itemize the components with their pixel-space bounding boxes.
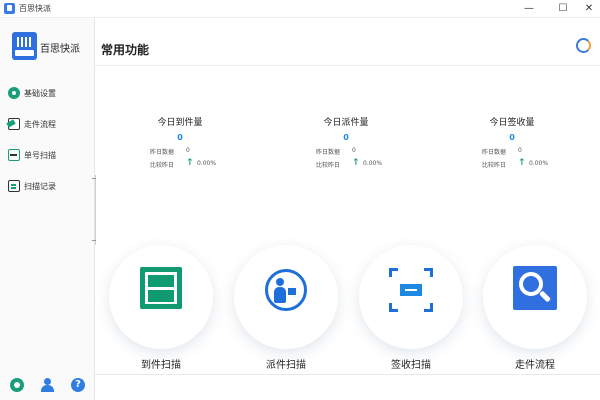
sidebar-item-scan[interactable]: 单号扫描	[0, 142, 95, 168]
logo-text: 百思快派	[40, 44, 80, 55]
up-arrow-icon: ↑	[518, 158, 526, 168]
sidebar-item-basic-settings[interactable]: 基础设置	[0, 80, 95, 106]
sidebar-item-label: 走件流程	[24, 120, 56, 129]
scan-icon	[8, 149, 20, 161]
app-icon	[4, 3, 15, 14]
stat-title: 今日签收量	[489, 118, 535, 128]
yesterday-value: 0	[518, 147, 522, 154]
help-icon[interactable]: ?	[71, 378, 85, 392]
up-arrow-icon: ↑	[186, 158, 194, 168]
compare-value: 0.00%	[197, 160, 217, 167]
sidebar-item-label: 扫描记录	[24, 182, 56, 191]
record-icon	[8, 180, 20, 192]
user-icon[interactable]	[40, 378, 54, 392]
close-button[interactable]: ✕	[572, 0, 600, 18]
resize-divider[interactable]	[95, 175, 96, 245]
function-label[interactable]: 签收扫描	[359, 356, 463, 371]
sidebar-footer: ?	[0, 376, 95, 396]
sidebar-item-label: 单号扫描	[24, 151, 56, 160]
compare-label: 比较昨日	[316, 162, 341, 169]
header-divider	[95, 65, 600, 66]
up-arrow-icon: ↑	[352, 158, 360, 168]
compare-label: 比较昨日	[482, 162, 507, 169]
sidebar: 百思快派 基础设置 走件流程 单号扫描 扫描记录 ?	[0, 18, 95, 400]
function-circle[interactable]	[483, 245, 587, 349]
sidebar-item-label: 基础设置	[24, 89, 56, 98]
stat-title: 今日派件量	[323, 118, 369, 128]
compare-value: 0.00%	[363, 160, 383, 167]
function-circle[interactable]	[359, 245, 463, 349]
compare-value: 0.00%	[529, 160, 549, 167]
refresh-icon[interactable]	[576, 38, 591, 53]
bottom-divider	[95, 374, 600, 375]
logo: 百思快派	[12, 32, 87, 62]
window-title: 百思快派	[19, 4, 51, 13]
gear-icon	[8, 87, 20, 99]
function-label[interactable]: 派件扫描	[234, 356, 338, 371]
flow-search-icon	[513, 266, 557, 310]
sign-scan-icon	[389, 268, 433, 312]
yesterday-label: 昨日数据	[482, 149, 507, 156]
flow-icon	[8, 118, 20, 130]
function-circle[interactable]	[109, 245, 213, 349]
yesterday-label: 昨日数据	[150, 149, 175, 156]
sidebar-item-flow[interactable]: 走件流程	[0, 111, 95, 137]
stat-value: 0	[343, 133, 349, 142]
stat-value: 0	[509, 133, 515, 142]
compare-label: 比较昨日	[150, 162, 175, 169]
sign-scan-button[interactable]: 签收扫描	[359, 245, 463, 380]
sidebar-item-records[interactable]: 扫描记录	[0, 173, 95, 199]
settings-gear-icon[interactable]	[10, 378, 24, 392]
function-label[interactable]: 到件扫描	[109, 356, 213, 371]
page-title: 常用功能	[101, 43, 150, 57]
yesterday-value: 0	[186, 147, 190, 154]
function-circle[interactable]	[234, 245, 338, 349]
resize-tick	[92, 240, 96, 241]
arrival-scan-icon	[140, 267, 182, 309]
logo-mark-icon	[12, 32, 37, 60]
stat-value: 0	[177, 133, 183, 142]
arrival-scan-button[interactable]: 到件扫描	[109, 245, 213, 380]
function-label[interactable]: 走件流程	[483, 356, 587, 371]
stat-dispatch: 今日派件量 0 昨日数据 0 比较昨日 ↑ 0.00%	[276, 115, 426, 175]
yesterday-value: 0	[352, 147, 356, 154]
yesterday-label: 昨日数据	[316, 149, 341, 156]
resize-tick	[92, 178, 96, 179]
flow-search-button[interactable]: 走件流程	[483, 245, 587, 380]
dispatch-scan-icon	[265, 269, 307, 311]
stat-title: 今日到件量	[157, 118, 203, 128]
minimize-button[interactable]: —	[512, 0, 546, 18]
stat-signed: 今日签收量 0 昨日数据 0 比较昨日 ↑ 0.00%	[442, 115, 592, 175]
stat-arrival: 今日到件量 0 昨日数据 0 比较昨日 ↑ 0.00%	[110, 115, 260, 175]
title-bar: 百思快派 — ☐ ✕	[0, 0, 600, 18]
dispatch-scan-button[interactable]: 派件扫描	[234, 245, 338, 380]
